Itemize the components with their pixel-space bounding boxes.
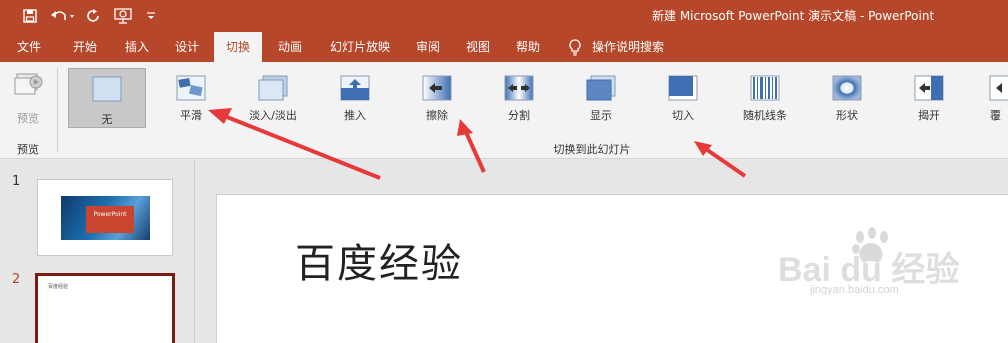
transition-random-bars-icon xyxy=(750,75,780,101)
powerpoint-window: 新建 Microsoft PowerPoint 演示文稿 - PowerPoin… xyxy=(0,0,1008,343)
transition-label: 淡入/淡出 xyxy=(249,109,297,122)
slide-title[interactable]: 百度经验 xyxy=(295,231,463,289)
transition-label: 覆 xyxy=(990,109,1001,122)
transition-cut[interactable]: 切入 xyxy=(644,68,722,128)
tab-view[interactable]: 视图 xyxy=(454,32,502,62)
transition-label: 随机线条 xyxy=(743,109,787,122)
transition-wipe-icon xyxy=(422,75,452,101)
tab-transitions[interactable]: 切换 xyxy=(214,32,262,63)
transition-reveal[interactable]: 显示 xyxy=(562,68,640,128)
slide-thumbnail-2[interactable]: 百度经验 xyxy=(35,273,175,343)
transition-label: 分割 xyxy=(508,109,530,122)
transition-uncover-icon xyxy=(914,75,944,101)
tab-review[interactable]: 审阅 xyxy=(404,32,452,62)
transition-none-icon xyxy=(92,76,122,102)
save-icon[interactable] xyxy=(20,6,40,26)
title-bar: 新建 Microsoft PowerPoint 演示文稿 - PowerPoin… xyxy=(0,0,1008,32)
tab-insert[interactable]: 插入 xyxy=(112,32,162,62)
baidu-jingyan-watermark: Bai du 经验 jingyan.baidu.com xyxy=(778,227,959,295)
transition-push[interactable]: 推入 xyxy=(316,68,394,128)
slide-thumbnail-1[interactable]: PowerPoint xyxy=(37,179,173,256)
preview-group-label: 预览 xyxy=(17,143,39,156)
transition-cut-icon xyxy=(668,75,698,101)
transition-morph[interactable]: 平滑 xyxy=(152,68,230,128)
tab-file[interactable]: 文件 xyxy=(4,32,54,62)
transition-shape[interactable]: 形状 xyxy=(808,68,886,128)
transition-fade-icon xyxy=(258,75,288,101)
transition-cover[interactable]: 覆 xyxy=(972,68,1008,128)
slide-thumbnail-image: PowerPoint xyxy=(61,196,150,240)
tab-home[interactable]: 开始 xyxy=(60,32,110,62)
transition-split[interactable]: 分割 xyxy=(480,68,558,128)
present-from-start-icon[interactable] xyxy=(112,6,134,26)
preview-button-label: 预览 xyxy=(17,112,39,125)
transition-cover-icon xyxy=(989,75,1008,101)
undo-icon[interactable] xyxy=(48,6,78,26)
slide-thumbnail-pane: 1 PowerPoint 2 百度经验 xyxy=(0,160,195,343)
tab-help[interactable]: 帮助 xyxy=(504,32,552,62)
transition-shape-icon xyxy=(832,75,862,101)
tab-design[interactable]: 设计 xyxy=(162,32,212,62)
ribbon-transitions: 预览 预览 无 平滑 淡入/淡出 推入 擦除 分割 显示 切入 随机线条 形状 … xyxy=(0,62,1008,159)
slide-number: 1 xyxy=(12,174,21,189)
transition-morph-icon xyxy=(176,75,206,101)
tab-slideshow[interactable]: 幻灯片放映 xyxy=(320,32,400,62)
lightbulb-icon xyxy=(569,39,581,56)
group-divider xyxy=(57,68,58,152)
slide-number: 2 xyxy=(12,272,21,287)
transition-split-icon xyxy=(504,75,534,101)
transition-reveal-icon xyxy=(586,75,616,101)
thumbnail-title: 百度经验 xyxy=(48,284,69,290)
transition-random-bars[interactable]: 随机线条 xyxy=(726,68,804,128)
thumbnail-title-card: PowerPoint xyxy=(86,206,134,233)
transition-label: 显示 xyxy=(590,109,612,122)
watermark-url: jingyan.baidu.com xyxy=(809,284,899,295)
tab-animations[interactable]: 动画 xyxy=(266,32,314,62)
transition-group-label: 切换到此幻灯片 xyxy=(553,143,631,156)
transition-label: 揭开 xyxy=(918,109,940,122)
transition-label: 形状 xyxy=(836,109,858,122)
tell-me-search[interactable]: 操作说明搜索 xyxy=(592,32,674,62)
transition-label: 擦除 xyxy=(426,109,448,122)
transition-fade[interactable]: 淡入/淡出 xyxy=(234,68,312,128)
preview-icon xyxy=(14,73,43,95)
thumbnail-title: PowerPoint xyxy=(93,211,127,218)
transition-label: 平滑 xyxy=(180,109,202,122)
customize-toolbar-icon[interactable] xyxy=(144,6,158,26)
transition-label: 切入 xyxy=(672,109,694,122)
transition-uncover[interactable]: 揭开 xyxy=(890,68,968,128)
window-title: 新建 Microsoft PowerPoint 演示文稿 - PowerPoin… xyxy=(652,9,935,23)
preview-group: 预览 预览 xyxy=(0,62,56,159)
transition-push-icon xyxy=(340,75,370,101)
transition-wipe[interactable]: 擦除 xyxy=(398,68,476,128)
ribbon-tabs: 文件 开始 插入 设计 切换 动画 幻灯片放映 审阅 视图 帮助 操作说明搜索 xyxy=(0,32,1008,63)
transition-none[interactable]: 无 xyxy=(68,68,146,128)
redo-icon[interactable] xyxy=(84,6,104,26)
transition-label: 无 xyxy=(101,113,113,126)
preview-button[interactable]: 预览 xyxy=(8,68,48,126)
transition-label: 推入 xyxy=(344,109,366,122)
